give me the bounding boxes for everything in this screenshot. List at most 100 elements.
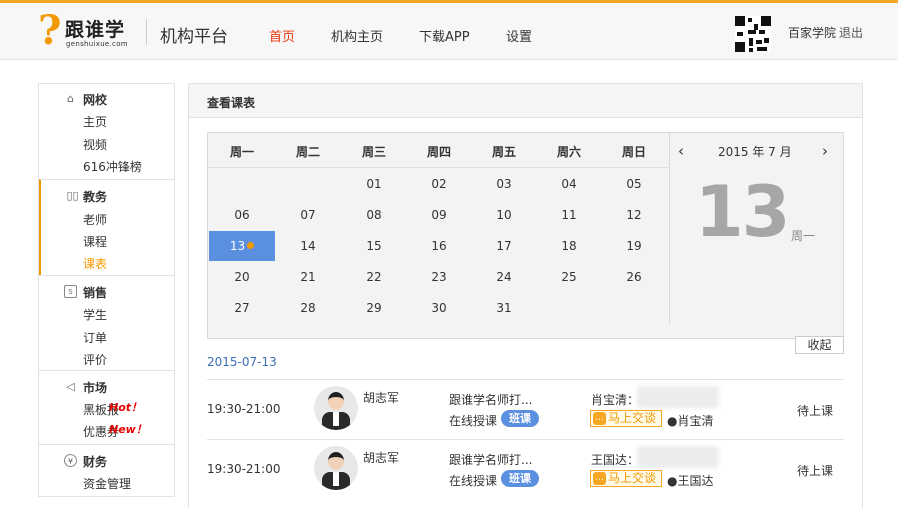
calendar-day[interactable]: 10 [471, 200, 537, 230]
logo-domain: genshuixue.com [66, 40, 128, 48]
sidebar-item-reviews[interactable]: 评价 [83, 351, 107, 368]
calendar-day[interactable]: 30 [406, 293, 472, 323]
nav-org-home[interactable]: 机构主页 [331, 26, 383, 45]
sidebar-item-616-ranking[interactable]: 616冲锋榜 [83, 158, 142, 175]
sidebar-group-sales: S 销售 学生 订单 评价 [39, 275, 174, 370]
new-tag: New！ [109, 423, 147, 436]
sidebar-item-schedule[interactable]: 课表 [83, 255, 107, 272]
nav-settings[interactable]: 设置 [506, 26, 532, 45]
calendar-day[interactable]: 07 [275, 200, 341, 230]
collapse-button[interactable]: 收起 [795, 336, 844, 354]
sidebar-group-title: 财务 [83, 455, 108, 469]
megaphone-icon: ◁ [66, 380, 75, 393]
calendar-day[interactable]: 19 [601, 231, 667, 261]
teacher-name[interactable]: 胡志军 [363, 449, 399, 466]
teacher-name[interactable]: 胡志军 [363, 389, 399, 406]
chat-now-button[interactable]: … 马上交谈 [590, 410, 662, 427]
calendar-day-number: 14 [300, 239, 316, 253]
calendar-day[interactable]: 29 [341, 293, 407, 323]
sidebar-item-video[interactable]: 视频 [83, 136, 107, 153]
sidebar-item-teachers[interactable]: 老师 [83, 211, 107, 228]
calendar-day-number: 19 [626, 239, 642, 253]
course-title[interactable]: 跟谁学名师打... [449, 451, 532, 468]
avatar[interactable] [314, 386, 358, 430]
chat-icon: … [593, 412, 606, 425]
calendar-day[interactable]: 01 [341, 169, 407, 199]
calendar-day-number: 01 [366, 177, 382, 191]
student-name-text: 肖宝清 [677, 414, 714, 428]
prev-month-button[interactable]: ‹ [678, 142, 684, 160]
weekday-header: 周一 [229, 145, 254, 159]
calendar-day[interactable]: 22 [341, 262, 407, 292]
chat-now-button[interactable]: … 马上交谈 [590, 470, 662, 487]
calendar-day[interactable]: 14 [275, 231, 341, 261]
calendar-day[interactable]: 28 [275, 293, 341, 323]
sidebar-group-marketing: ◁ 市场 黑板报 Hot！ 优惠券 New！ [39, 370, 174, 444]
school-name[interactable]: 百家学院 [788, 24, 836, 41]
calendar-day[interactable]: 31 [471, 293, 537, 323]
sidebar-item-funds[interactable]: 资金管理 [83, 475, 131, 492]
calendar-day[interactable]: 05 [601, 169, 667, 199]
calendar-day[interactable]: 02 [406, 169, 472, 199]
sidebar-item-courses[interactable]: 课程 [83, 233, 107, 250]
user-icon: ● [667, 414, 678, 428]
calendar-day-number: 18 [561, 239, 577, 253]
next-month-button[interactable]: › [822, 142, 828, 160]
calendar-day[interactable]: 09 [406, 200, 472, 230]
chat-icon: … [593, 472, 606, 485]
calendar-day[interactable]: 16 [406, 231, 472, 261]
sidebar-item-home[interactable]: 主页 [83, 113, 107, 130]
calendar-day[interactable]: 21 [275, 262, 341, 292]
calendar-day[interactable]: 20 [209, 262, 275, 292]
nav-home[interactable]: 首页 [269, 26, 295, 45]
calendar-day[interactable]: 11 [536, 200, 602, 230]
calendar-day[interactable]: 24 [471, 262, 537, 292]
sidebar-group-title: 市场 [83, 381, 108, 395]
calendar-day-number: 23 [431, 270, 447, 284]
calendar-day[interactable]: 26 [601, 262, 667, 292]
student-label: 肖宝清： [591, 393, 640, 407]
calendar-day-number: 16 [431, 239, 447, 253]
calendar-day[interactable]: 27 [209, 293, 275, 323]
calendar-day[interactable]: 18 [536, 231, 602, 261]
logout-link[interactable]: 退出 [839, 24, 863, 41]
calendar-day-number: 15 [366, 239, 382, 253]
calendar-day[interactable]: 04 [536, 169, 602, 199]
student-name[interactable]: ●王国达 [667, 472, 714, 489]
lesson-time: 19:30-21:00 [207, 402, 281, 416]
class-type-badge: 班课 [501, 410, 539, 427]
logo[interactable]: ? 跟谁学 genshuixue.com [38, 11, 136, 51]
calendar-day-number: 03 [496, 177, 512, 191]
calendar-day-number: 28 [300, 301, 316, 315]
table-row: 19:30-21:00 胡志军 跟谁学名师打... 在线授课 班课 王国达： …… [207, 439, 844, 499]
calendar-day[interactable]: 17 [471, 231, 537, 261]
calendar-day[interactable]: 08 [341, 200, 407, 230]
calendar-day[interactable]: 23 [406, 262, 472, 292]
sidebar-group-title: 网校 [83, 93, 108, 107]
calendar-day-number: 31 [496, 301, 512, 315]
sidebar: ⌂ 网校 主页 视频 616冲锋榜 ▯▯ 教务 老师 课程 课表 S 销售 学生… [38, 83, 175, 497]
calendar-day-number: 06 [234, 208, 250, 222]
calendar-day[interactable]: 13 [209, 231, 275, 261]
avatar[interactable] [314, 446, 358, 490]
weekday-header: 周日 [621, 145, 646, 159]
calendar-day[interactable]: 12 [601, 200, 667, 230]
student-name[interactable]: ●肖宝清 [667, 412, 714, 429]
sale-icon: S [64, 285, 77, 298]
calendar-day-number: 13 [229, 239, 246, 253]
qr-code-icon[interactable] [735, 16, 771, 52]
calendar-day-number: 24 [496, 270, 512, 284]
sidebar-group-title: 销售 [83, 286, 108, 300]
calendar: 周一 周二 周三 周四 周五 周六 周日 01 02 03 04 05 06 07 08 09 1… [207, 132, 844, 339]
calendar-day[interactable]: 25 [536, 262, 602, 292]
sidebar-item-students[interactable]: 学生 [83, 306, 107, 323]
nav-download-app[interactable]: 下载APP [419, 26, 470, 45]
sidebar-group-school: ⌂ 网校 主页 视频 616冲锋榜 [39, 84, 174, 179]
course-title[interactable]: 跟谁学名师打... [449, 391, 532, 408]
sidebar-item-orders[interactable]: 订单 [83, 329, 107, 346]
student-label: 王国达： [591, 453, 640, 467]
calendar-day[interactable]: 03 [471, 169, 537, 199]
calendar-day[interactable]: 06 [209, 200, 275, 230]
calendar-day[interactable]: 15 [341, 231, 407, 261]
calendar-day-number: 26 [626, 270, 642, 284]
